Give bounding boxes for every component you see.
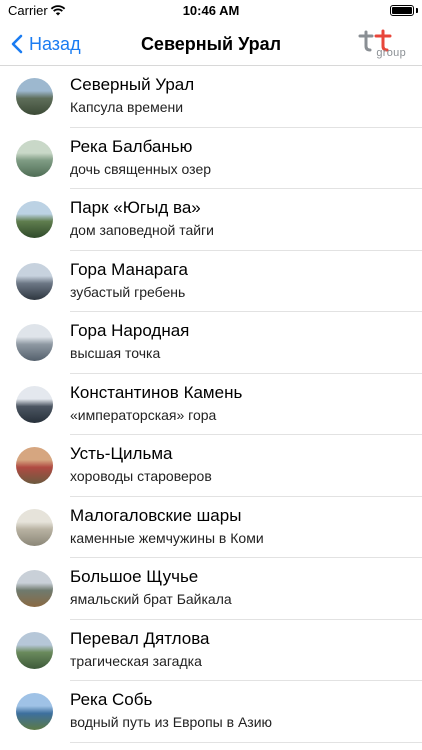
- list-item-subtitle: каменные жемчужины в Коми: [70, 529, 264, 546]
- list-item[interactable]: Река Балбанью дочь священных озер: [0, 128, 422, 189]
- place-thumbnail: [16, 508, 53, 546]
- place-thumbnail: [16, 201, 53, 238]
- list-item[interactable]: Константинов Камень «императорская» гора: [0, 374, 422, 435]
- list-item-subtitle: Капсула времени: [70, 99, 184, 115]
- list-item-title: Усть-Цильма: [70, 444, 173, 463]
- logo-text: group: [376, 47, 406, 59]
- list-item-subtitle: водный путь из Европы в Азию: [70, 714, 273, 730]
- list-item[interactable]: Большое Щучье ямальский брат Байкала: [0, 558, 422, 620]
- list-item-title: Гора Манарага: [70, 259, 188, 279]
- list-item[interactable]: Парк «Югыд ва» дом заповедной тайги: [0, 189, 422, 251]
- list-item-title: Константинов Камень: [70, 382, 243, 402]
- navigation-bar: Назад Северный Урал group: [0, 22, 422, 66]
- list-item-title: Северный Урал: [70, 75, 195, 94]
- list-item-subtitle: высшая точка: [70, 345, 161, 361]
- list-item[interactable]: Перевал Дятлова трагическая загадка: [0, 620, 422, 681]
- status-time: 10:46 AM: [182, 3, 240, 18]
- list-item-subtitle: дочь священных озер: [70, 160, 212, 177]
- place-thumbnail: [16, 78, 53, 115]
- list-item-title: Гора Народная: [70, 321, 190, 340]
- list-item-title: Большое Щучье: [70, 567, 199, 586]
- list-item-title: Парк «Югыд ва»: [70, 198, 201, 217]
- list-item-subtitle: трагическая загадка: [70, 652, 202, 669]
- list-item[interactable]: Гора Манарага зубастый гребень: [0, 251, 422, 312]
- places-list: Северный Урал Капсула времени Река Балбань…: [0, 66, 422, 743]
- place-thumbnail: [16, 570, 53, 607]
- place-thumbnail: [16, 324, 53, 361]
- list-item[interactable]: Гора Народная высшая точка: [0, 312, 422, 374]
- list-item[interactable]: Северный Урал Капсула времени: [0, 66, 422, 128]
- list-item-title: Река Собь: [70, 690, 153, 709]
- list-item[interactable]: Малогаловские шары каменные жемчужины в К…: [0, 497, 422, 558]
- list-item[interactable]: Река Собь водный путь из Европы в Азию: [0, 681, 422, 743]
- list-item-subtitle: «императорская» гора: [70, 406, 217, 423]
- list-item-subtitle: дом заповедной тайги: [70, 222, 214, 238]
- place-thumbnail: [16, 693, 53, 730]
- place-thumbnail: [16, 447, 53, 484]
- place-thumbnail: [16, 139, 53, 177]
- status-bar: Carrier 10:46 AM: [0, 0, 422, 22]
- list-item-title: Малогаловские шары: [70, 505, 242, 525]
- battery-cap: [416, 8, 418, 13]
- place-thumbnail: [16, 385, 53, 423]
- row-divider: [70, 741, 422, 743]
- list-item-title: Перевал Дятлова: [70, 628, 210, 648]
- battery-icon: [390, 5, 414, 16]
- list-item-subtitle: ямальский брат Байкала: [70, 591, 232, 607]
- list-item-subtitle: зубастый гребень: [70, 283, 186, 300]
- place-thumbnail: [16, 631, 53, 669]
- place-thumbnail: [16, 262, 53, 300]
- list-item-title: Река Балбанью: [70, 136, 193, 156]
- list-item[interactable]: Усть-Цильма хороводы староверов: [0, 435, 422, 497]
- list-item-subtitle: хороводы староверов: [70, 468, 212, 484]
